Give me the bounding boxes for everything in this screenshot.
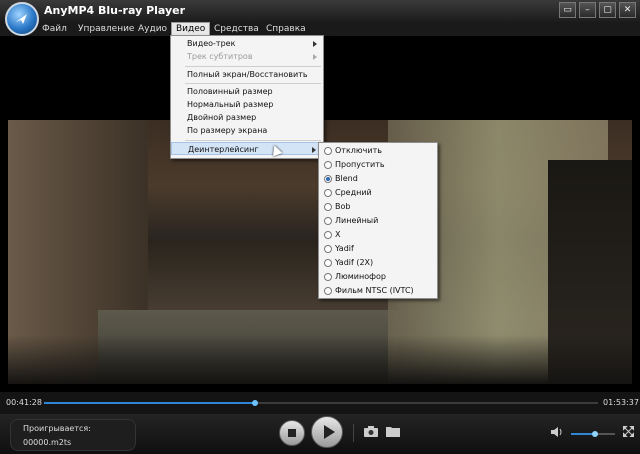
radio-icon [324, 147, 332, 155]
menu-item-fit-screen[interactable]: По размеру экрана [171, 124, 321, 137]
close-button[interactable]: ✕ [619, 2, 636, 18]
menu-divider [185, 66, 321, 67]
play-button[interactable] [311, 416, 343, 448]
restore-view-button[interactable]: ▭ [559, 2, 576, 18]
deinterlace-option-yadif-2x[interactable]: Yadif (2X) [319, 256, 435, 269]
deinterlace-option-linear[interactable]: Линейный [319, 214, 435, 227]
seek-progress-fill [44, 402, 255, 404]
menu-item-deinterlace[interactable]: Деинтерлейсинг [171, 142, 321, 155]
open-folder-icon[interactable] [386, 425, 400, 440]
menu-audio[interactable]: Аудио [134, 23, 171, 35]
menu-tools[interactable]: Средства [210, 23, 263, 35]
minimize-button[interactable]: – [579, 2, 596, 18]
menu-item-double-size[interactable]: Двойной размер [171, 111, 321, 124]
control-bar: Проигрывается: 00000.m2ts [0, 414, 640, 454]
menu-divider [185, 140, 321, 141]
radio-icon [324, 259, 332, 267]
menu-item-subtitle-track: Трек субтитров [171, 50, 321, 63]
menu-item-half-size[interactable]: Половинный размер [171, 85, 321, 98]
seek-bar-area: 00:41:28 01:53:37 [0, 392, 640, 414]
radio-icon [324, 231, 332, 239]
deinterlace-option-bob[interactable]: Bob [319, 200, 435, 213]
title-bar: AnyMP4 Blu-ray Player ▭ – ▢ ✕ [0, 0, 640, 22]
now-playing-label: Проигрывается: [23, 424, 91, 433]
volume-speaker-icon[interactable] [551, 426, 565, 441]
current-time: 00:41:28 [6, 398, 42, 407]
deinterlace-option-blend[interactable]: Blend [319, 172, 435, 185]
menu-file[interactable]: Файл [38, 23, 71, 35]
snapshot-camera-icon[interactable] [364, 425, 378, 440]
stop-button[interactable] [279, 420, 305, 446]
separator [353, 424, 354, 442]
window-controls: ▭ – ▢ ✕ [559, 2, 636, 18]
volume-handle[interactable] [592, 431, 599, 437]
menu-help[interactable]: Справка [262, 23, 310, 35]
submenu-arrow-icon [313, 41, 317, 47]
deinterlace-option-x[interactable]: X [319, 228, 435, 241]
radio-icon [324, 217, 332, 225]
radio-selected-icon [324, 175, 332, 183]
radio-icon [324, 161, 332, 169]
deinterlace-option-off[interactable]: Отключить [319, 144, 435, 157]
video-menu-dropdown: Видео-трек Трек субтитров Полный экран/В… [170, 35, 324, 159]
menu-video[interactable]: Видео [171, 22, 211, 36]
app-title: AnyMP4 Blu-ray Player [44, 4, 186, 17]
maximize-button[interactable]: ▢ [599, 2, 616, 18]
fullscreen-icon[interactable] [622, 425, 635, 440]
menu-divider [185, 83, 321, 84]
app-logo-icon [5, 2, 39, 36]
now-playing-panel: Проигрывается: 00000.m2ts [10, 419, 136, 451]
deinterlace-option-yadif[interactable]: Yadif [319, 242, 435, 255]
deinterlace-option-mean[interactable]: Средний [319, 186, 435, 199]
seek-slider[interactable] [44, 400, 598, 406]
radio-icon [324, 287, 332, 295]
now-playing-file: 00000.m2ts [23, 438, 72, 447]
volume-slider[interactable] [571, 431, 615, 437]
submenu-arrow-icon [313, 54, 317, 60]
radio-icon [324, 189, 332, 197]
menu-control[interactable]: Управление [74, 23, 138, 35]
submenu-arrow-icon [312, 147, 316, 153]
radio-icon [324, 245, 332, 253]
deinterlace-option-ivtc[interactable]: Фильм NTSC (IVTC) [319, 284, 435, 297]
deinterlace-option-phosphor[interactable]: Люминофор [319, 270, 435, 283]
deinterlace-submenu: Отключить Пропустить Blend Средний Bob Л… [318, 142, 438, 299]
seek-handle[interactable] [251, 400, 258, 406]
total-time: 01:53:37 [603, 398, 639, 407]
stop-icon [288, 429, 296, 437]
play-icon [324, 425, 335, 439]
menu-item-video-track[interactable]: Видео-трек [171, 37, 321, 50]
menu-bar: Файл Управление Аудио Видео Средства Спр… [0, 22, 640, 36]
menu-item-normal-size[interactable]: Нормальный размер [171, 98, 321, 111]
radio-icon [324, 273, 332, 281]
menu-item-fullscreen[interactable]: Полный экран/Восстановить [171, 68, 321, 81]
radio-icon [324, 203, 332, 211]
deinterlace-option-skip[interactable]: Пропустить [319, 158, 435, 171]
